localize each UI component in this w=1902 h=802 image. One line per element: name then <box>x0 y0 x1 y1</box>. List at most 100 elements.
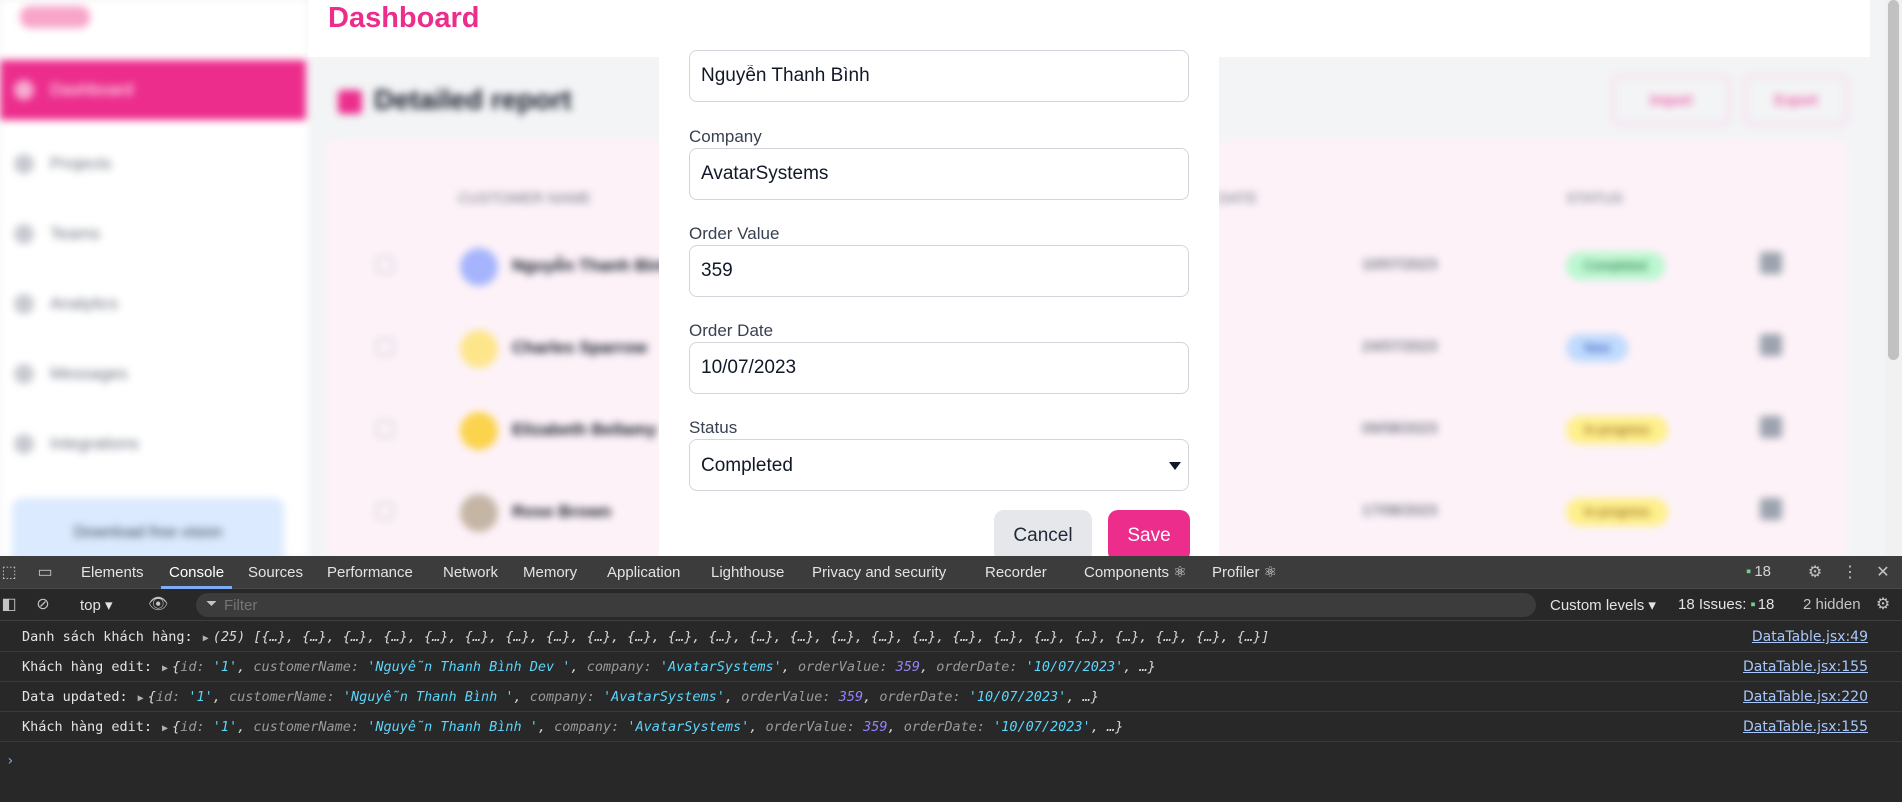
sidebar-item-dashboard[interactable]: Dashboard <box>0 60 306 120</box>
app-viewport: Dashboard Projects Teams Analytics Messa… <box>0 0 1902 556</box>
row-checkbox[interactable] <box>376 420 394 438</box>
order-date: 10/07/2023 <box>1362 256 1438 273</box>
export-button[interactable]: Export <box>1744 75 1848 125</box>
filter-input[interactable] <box>224 594 624 616</box>
tab-performance[interactable]: Performance <box>327 556 413 589</box>
column-header: CUSTOMER NAME <box>458 190 592 207</box>
log-object[interactable]: {id: '1', customerName: 'Nguyễn Thanh Bì… <box>172 719 1123 735</box>
integrations-icon <box>14 434 34 454</box>
console-settings-icon[interactable]: ⚙ <box>1874 596 1892 614</box>
report-icon <box>338 89 362 114</box>
issues-counter[interactable]: ▪ 18 <box>1746 563 1771 580</box>
avatar <box>460 330 498 368</box>
filter-icon: ⏷ <box>206 595 218 611</box>
analytics-icon <box>14 294 34 314</box>
tab-profiler[interactable]: Profiler ⚛ <box>1212 556 1277 589</box>
company-field[interactable] <box>689 148 1189 200</box>
log-levels-dropdown[interactable]: Custom levels ▾ <box>1550 596 1656 614</box>
sidebar-item-label: Projects <box>50 154 112 173</box>
source-link[interactable]: DataTable.jsx:49 <box>1752 629 1868 645</box>
inspect-element-icon[interactable]: ⬚ <box>0 564 18 582</box>
source-link[interactable]: DataTable.jsx:155 <box>1743 719 1868 735</box>
sidebar-item-projects[interactable]: Projects <box>0 134 308 194</box>
edit-icon[interactable] <box>1760 498 1782 520</box>
row-checkbox[interactable] <box>376 256 394 274</box>
sidebar-item-label: Teams <box>50 224 101 243</box>
clear-console-icon[interactable]: ⊘ <box>34 596 52 614</box>
teams-icon <box>14 224 34 244</box>
scrollbar-thumb[interactable] <box>1888 0 1899 360</box>
settings-gear-icon[interactable]: ⚙ <box>1806 564 1824 582</box>
more-options-icon[interactable]: ⋮ <box>1841 564 1859 582</box>
source-link[interactable]: DataTable.jsx:220 <box>1743 689 1868 705</box>
edit-icon[interactable] <box>1760 252 1782 274</box>
console-prompt[interactable]: › <box>6 753 14 769</box>
column-header: STATUS <box>1566 190 1623 207</box>
avatar <box>460 412 498 450</box>
customer-name-field[interactable] <box>689 50 1189 102</box>
sidebar-item-label: Messages <box>50 364 128 383</box>
expand-triangle-icon[interactable]: ▶ <box>138 693 144 704</box>
customer-name: Elizabeth Bellamy <box>512 420 657 439</box>
devtools-tab-bar: ⬚ ▭ Elements Console Sources Performance… <box>0 556 1902 589</box>
avatar <box>460 494 498 532</box>
expand-triangle-icon[interactable]: ▶ <box>162 723 168 734</box>
order-date: 17/08/2023 <box>1362 502 1438 519</box>
context-selector[interactable]: top ▾ <box>80 596 113 614</box>
projects-icon <box>14 154 34 174</box>
log-object[interactable]: {id: '1', customerName: 'Nguyễn Thanh Bì… <box>148 689 1099 705</box>
expand-triangle-icon[interactable]: ▶ <box>203 633 209 644</box>
sidebar-item-label: Integrations <box>50 434 139 453</box>
page-title: Dashboard <box>328 2 480 34</box>
order-value-field[interactable] <box>689 245 1189 297</box>
import-button[interactable]: Import <box>1612 75 1730 125</box>
tab-lighthouse[interactable]: Lighthouse <box>711 556 784 589</box>
tab-sources[interactable]: Sources <box>248 556 303 589</box>
console-toolbar: ◧ ⊘ top ▾ 👁 ⏷ Custom levels ▾ 18 Issues:… <box>0 589 1902 621</box>
sidebar: Dashboard Projects Teams Analytics Messa… <box>0 0 308 556</box>
customer-name: Charles Sparrow <box>512 338 648 357</box>
customer-name: Rose Brown <box>512 502 612 521</box>
close-icon[interactable]: ✕ <box>1874 564 1892 582</box>
save-button[interactable]: Save <box>1108 510 1190 556</box>
sidebar-item-label: Analytics <box>50 294 119 313</box>
expand-triangle-icon[interactable]: ▶ <box>162 663 168 674</box>
customer-name: Nguyễn Thanh Bình <box>512 256 673 275</box>
sidebar-item-integrations[interactable]: Integrations <box>0 414 308 474</box>
download-cta[interactable]: Download free vision <box>12 498 284 556</box>
log-object[interactable]: (25) [{…}, {…}, {…}, {…}, {…}, {…}, {…},… <box>213 629 1270 645</box>
order-date: 24/07/2023 <box>1362 338 1438 355</box>
sidebar-item-messages[interactable]: Messages <box>0 344 308 404</box>
tab-components[interactable]: Components ⚛ <box>1084 556 1187 589</box>
page-scrollbar[interactable] <box>1885 0 1902 556</box>
eye-icon[interactable]: 👁 <box>148 596 168 614</box>
cancel-button[interactable]: Cancel <box>994 510 1092 556</box>
log-object[interactable]: {id: '1', customerName: 'Nguyễn Thanh Bì… <box>172 659 1156 675</box>
sidebar-item-label: Dashboard <box>50 80 134 99</box>
tab-application[interactable]: Application <box>607 556 680 589</box>
tab-network[interactable]: Network <box>443 556 498 589</box>
issues-button[interactable]: 18 Issues: ▪ 18 <box>1678 596 1774 613</box>
sidebar-item-teams[interactable]: Teams <box>0 204 308 264</box>
tab-recorder[interactable]: Recorder <box>985 556 1047 589</box>
avatar <box>460 248 498 286</box>
row-checkbox[interactable] <box>376 502 394 520</box>
status-select[interactable]: Completed <box>689 439 1189 491</box>
row-checkbox[interactable] <box>376 338 394 356</box>
device-toolbar-icon[interactable]: ▭ <box>36 564 54 582</box>
edit-icon[interactable] <box>1760 416 1782 438</box>
edit-customer-modal: Company Order Value Order Date Status Co… <box>659 0 1219 556</box>
edit-icon[interactable] <box>1760 334 1782 356</box>
tab-console[interactable]: Console <box>160 556 233 589</box>
dashboard-icon <box>14 80 34 100</box>
tab-memory[interactable]: Memory <box>523 556 577 589</box>
log-label: Data updated: <box>22 689 128 705</box>
log-label: Danh sách khách hàng: <box>22 629 193 645</box>
sidebar-toggle-icon[interactable]: ◧ <box>0 596 18 614</box>
order-value-label: Order Value <box>689 224 780 243</box>
order-date-field[interactable] <box>689 342 1189 394</box>
source-link[interactable]: DataTable.jsx:155 <box>1743 659 1868 675</box>
tab-elements[interactable]: Elements <box>81 556 144 589</box>
sidebar-item-analytics[interactable]: Analytics <box>0 274 308 334</box>
tab-privacy-and-security[interactable]: Privacy and security <box>812 556 946 589</box>
